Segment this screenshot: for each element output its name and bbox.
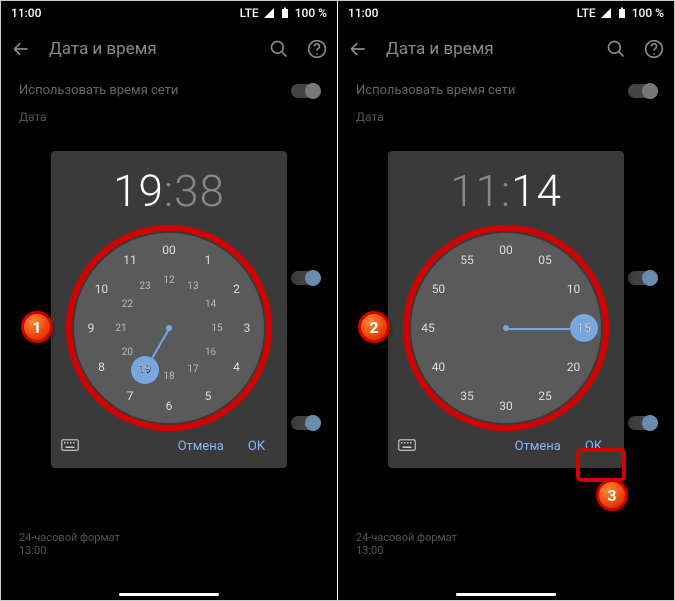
annotation-badge-3: 3 xyxy=(596,479,628,511)
clock-num[interactable]: 6 xyxy=(157,394,181,418)
clock-num[interactable]: 45 xyxy=(416,316,440,340)
help-icon[interactable] xyxy=(307,39,327,59)
inner-hour-num[interactable]: 14 xyxy=(199,292,223,316)
clock-num[interactable]: 2 xyxy=(225,277,249,301)
status-bar: 11:00 LTE 100 % xyxy=(1,1,337,25)
toggle-bg-1 xyxy=(291,271,319,285)
status-time: 11:00 xyxy=(348,6,378,20)
clock-num[interactable]: 7 xyxy=(118,384,142,408)
digital-time: 11:14 xyxy=(388,151,624,227)
clock-num[interactable]: 05 xyxy=(533,248,557,272)
battery-icon xyxy=(616,7,628,19)
app-bar: Дата и время xyxy=(1,25,337,73)
hour-value[interactable]: 19 xyxy=(113,165,164,217)
clock-face-wrap[interactable]: 19 0012345678910111213141516171819202122… xyxy=(74,233,264,423)
clock-num[interactable]: 55 xyxy=(455,248,479,272)
clock-num[interactable]: 00 xyxy=(494,238,518,262)
search-icon[interactable] xyxy=(606,39,626,59)
phone-right: 11:00 LTE 100 % Дата и время Использоват… xyxy=(338,1,674,600)
toggle-bg-2 xyxy=(291,416,319,430)
back-icon[interactable] xyxy=(11,39,31,59)
time-picker-dialog: 11:14 15 000510152025303540455055 Отмена… xyxy=(388,151,624,468)
inner-hour-num[interactable]: 23 xyxy=(133,274,157,298)
row-net-time[interactable]: Использовать время сети xyxy=(1,73,337,108)
inner-hour-num[interactable]: 18 xyxy=(157,364,181,388)
clock-num[interactable]: 10 xyxy=(562,277,586,301)
hour-value[interactable]: 11 xyxy=(450,165,501,217)
battery-icon xyxy=(279,7,291,19)
clock-num[interactable]: 1 xyxy=(196,248,220,272)
clock-num[interactable]: 20 xyxy=(562,355,586,379)
lte-label: LTE xyxy=(240,6,259,20)
status-time: 11:00 xyxy=(11,6,41,20)
minute-value[interactable]: 14 xyxy=(511,165,562,217)
clock-num[interactable]: 9 xyxy=(79,316,103,340)
keyboard-icon[interactable] xyxy=(398,437,416,456)
ok-button[interactable]: OK xyxy=(236,433,277,460)
inner-hour-num[interactable]: 15 xyxy=(205,316,229,340)
app-bar: Дата и время xyxy=(338,25,674,73)
clock-num[interactable]: 00 xyxy=(157,238,181,262)
clock-num[interactable]: 4 xyxy=(225,355,249,379)
clock-hub xyxy=(503,325,509,331)
keyboard-icon[interactable] xyxy=(61,437,79,456)
signal-icon xyxy=(600,7,612,19)
digital-time: 19:38 xyxy=(51,151,287,227)
toggle-net-time[interactable] xyxy=(628,84,656,98)
signal-icon xyxy=(263,7,275,19)
clock-num[interactable]: 40 xyxy=(426,355,450,379)
row-date-label: Дата xyxy=(1,108,337,126)
search-icon[interactable] xyxy=(269,39,289,59)
annotation-badge-1: 1 xyxy=(21,311,53,343)
nav-gesture-bar[interactable] xyxy=(456,593,556,596)
toggle-net-time[interactable] xyxy=(291,84,319,98)
dialog-actions: Отмена OK xyxy=(51,427,287,462)
ok-button[interactable]: OK xyxy=(573,433,614,460)
clock-num[interactable]: 50 xyxy=(426,277,450,301)
toggle-bg-1 xyxy=(628,271,656,285)
row-24h: 24-часовой формат 13:00 xyxy=(338,531,674,557)
page-title: Дата и время xyxy=(386,39,588,59)
clock-num[interactable]: 30 xyxy=(494,394,518,418)
lte-label: LTE xyxy=(577,6,596,20)
inner-hour-num[interactable]: 20 xyxy=(115,340,139,364)
clock-num[interactable]: 5 xyxy=(196,384,220,408)
help-icon[interactable] xyxy=(644,39,664,59)
clock-num[interactable]: 3 xyxy=(235,316,259,340)
clock-num[interactable]: 10 xyxy=(89,277,113,301)
annotation-badge-2: 2 xyxy=(358,311,390,343)
row-net-time-label: Использовать время сети xyxy=(356,83,515,98)
back-icon[interactable] xyxy=(348,39,368,59)
row-date-label: Дата xyxy=(338,108,674,126)
inner-hour-num[interactable]: 17 xyxy=(181,358,205,382)
minute-value[interactable]: 38 xyxy=(174,165,225,217)
nav-gesture-bar[interactable] xyxy=(119,593,219,596)
row-net-time-label: Использовать время сети xyxy=(19,83,178,98)
cancel-button[interactable]: Отмена xyxy=(503,433,573,460)
clock-num[interactable]: 11 xyxy=(118,248,142,272)
clock-num[interactable]: 8 xyxy=(89,355,113,379)
clock-num[interactable]: 35 xyxy=(455,384,479,408)
dialog-actions: Отмена OK xyxy=(388,427,624,462)
battery-pct: 100 % xyxy=(632,6,664,20)
toggle-bg-2 xyxy=(628,416,656,430)
inner-hour-num[interactable]: 12 xyxy=(157,268,181,292)
status-right: LTE 100 % xyxy=(240,6,327,20)
status-right: LTE 100 % xyxy=(577,6,664,20)
battery-pct: 100 % xyxy=(295,6,327,20)
clock-face-wrap[interactable]: 15 000510152025303540455055 xyxy=(411,233,601,423)
row-24h: 24-часовой формат 13:00 xyxy=(1,531,337,557)
clock-hub xyxy=(166,325,172,331)
phone-left: 11:00 LTE 100 % Дата и время Использоват… xyxy=(1,1,337,600)
row-net-time[interactable]: Использовать время сети xyxy=(338,73,674,108)
time-picker-dialog: 19:38 19 0012345678910111213141516171819… xyxy=(51,151,287,468)
cancel-button[interactable]: Отмена xyxy=(166,433,236,460)
page-title: Дата и время xyxy=(49,39,251,59)
clock-num[interactable]: 15 xyxy=(572,316,596,340)
inner-hour-num[interactable]: 21 xyxy=(109,316,133,340)
status-bar: 11:00 LTE 100 % xyxy=(338,1,674,25)
clock-num[interactable]: 25 xyxy=(533,384,557,408)
